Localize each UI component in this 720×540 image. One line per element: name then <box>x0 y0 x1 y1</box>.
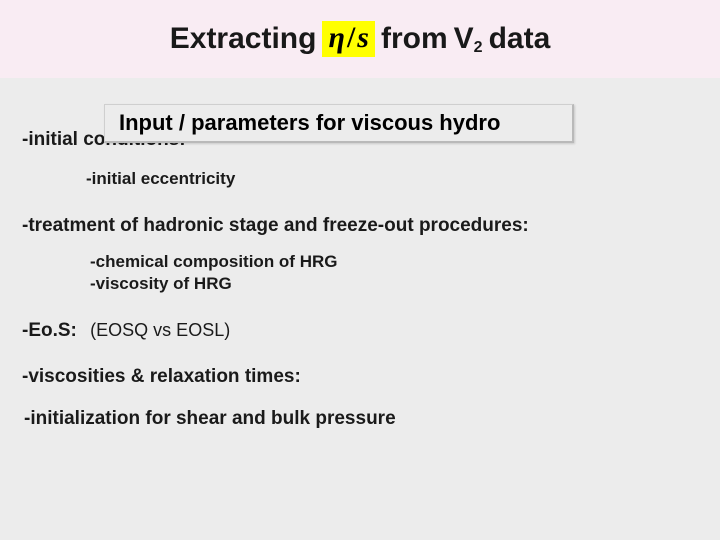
content-area: Input / parameters for viscous hydro -in… <box>0 78 720 430</box>
title-pre: Extracting <box>170 22 317 56</box>
title-bar: Extracting η / s from V2 data <box>0 0 720 78</box>
line-visc-hrg: -viscosity of HRG <box>90 273 692 296</box>
v-sub: 2 <box>474 39 483 56</box>
slash: / <box>345 21 357 55</box>
title-mid: from <box>381 22 448 56</box>
subtitle-box: Input / parameters for viscous hydro <box>104 104 574 143</box>
v2: V2 <box>454 22 483 56</box>
line-treatment: -treatment of hadronic stage and freeze-… <box>22 215 692 237</box>
s-symbol: s <box>357 21 369 55</box>
line-chem-comp: -chemical composition of HRG <box>90 251 692 274</box>
eos-detail: (EOSQ vs EOSL) <box>90 320 230 340</box>
line-viscosities: -viscosities & relaxation times: <box>22 366 692 388</box>
eta-over-s: η / s <box>322 21 375 57</box>
eta-symbol: η <box>328 21 344 55</box>
line-eos: -Eo.S: (EOSQ vs EOSL) <box>22 320 692 342</box>
title-post: data <box>489 22 551 56</box>
line-initial-eccentricity: -initial eccentricity <box>86 169 692 189</box>
line-init-shear: -initialization for shear and bulk press… <box>24 408 692 430</box>
v-letter: V <box>454 22 474 55</box>
sub-lines: -chemical composition of HRG -viscosity … <box>90 251 692 297</box>
eos-label: -Eo.S: <box>22 320 77 341</box>
